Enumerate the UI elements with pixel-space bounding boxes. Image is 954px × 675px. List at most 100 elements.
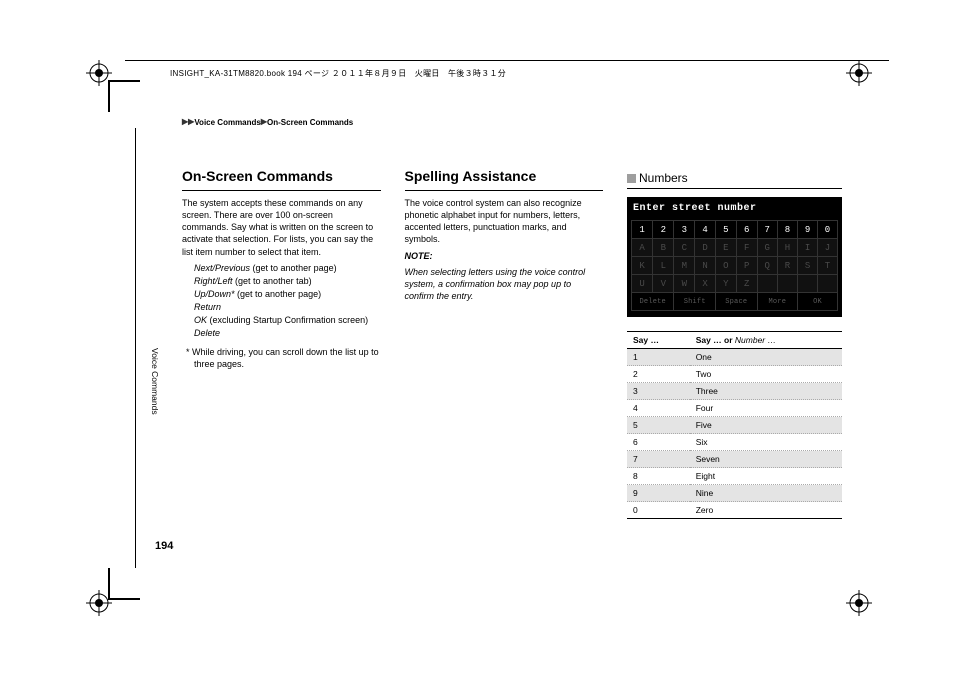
table-row: 8Eight [627,468,842,485]
column-numbers: Numbers Enter street number 1234567890 A… [627,150,842,519]
cell-digit: 4 [627,400,690,417]
heading-spelling: Spelling Assistance [405,168,604,191]
keypad-key: B [653,239,674,257]
keypad-key: 8 [777,221,797,239]
cell-word: Six [690,434,842,451]
section-label: Numbers [639,171,688,185]
cell-digit: 2 [627,366,690,383]
keypad-key [798,275,818,293]
keypad-key: M [674,257,695,275]
command-item: Delete [194,327,381,340]
note-body: When selecting letters using the voice c… [405,266,604,302]
cell-word: Four [690,400,842,417]
command-item: Up/Down* (get to another page) [194,288,381,301]
keypad-key [818,275,838,293]
keypad-key: L [653,257,674,275]
keypad-key: 1 [632,221,653,239]
keypad-key: F [736,239,757,257]
cell-digit: 6 [627,434,690,451]
crop-corner-icon [108,80,140,112]
command-item: Return [194,301,381,314]
table-row: 7Seven [627,451,842,468]
keypad-grid: 1234567890 ABCDEFGHIJ KLMNOPQRST UVWXYZ … [631,220,838,311]
keypad-key: T [818,257,838,275]
keypad-key: Q [757,257,777,275]
breadcrumb-part: On-Screen Commands [267,118,353,127]
breadcrumb: ▶▶Voice Commands▶On-Screen Commands [182,118,353,127]
col-header-say: Say … [627,332,690,349]
keypad-key: R [777,257,797,275]
keypad-label-key: Delete [632,293,674,311]
breadcrumb-part: Voice Commands [194,118,261,127]
keypad-key: 3 [674,221,695,239]
col-header-text: Say … or [696,335,735,345]
keypad-key: X [695,275,716,293]
keypad-key: S [798,257,818,275]
keypad-key: D [695,239,716,257]
cell-digit: 7 [627,451,690,468]
keypad-key: K [632,257,653,275]
keypad-key: 2 [653,221,674,239]
top-rule [125,60,889,61]
registration-mark-icon [846,60,872,86]
cell-digit: 9 [627,485,690,502]
footnote: * While driving, you can scroll down the… [182,346,381,370]
keypad-key [777,275,797,293]
section-numbers-title: Numbers [627,171,842,189]
table-row: 1One [627,349,842,366]
command-item: OK (excluding Startup Confirmation scree… [194,314,381,327]
keypad-key: Y [716,275,737,293]
book-info: INSIGHT_KA-31TM8820.book 194 ページ ２０１１年８月… [170,68,506,79]
numbers-table: Say … Say … or Number … 1One2Two3Three4F… [627,331,842,519]
crop-corner-icon [108,568,140,600]
cell-word: Three [690,383,842,400]
table-row: 4Four [627,400,842,417]
spelling-para: The voice control system can also recogn… [405,197,604,246]
keypad-screenshot: Enter street number 1234567890 ABCDEFGHI… [627,197,842,317]
column-onscreen-commands: On-Screen Commands The system accepts th… [182,150,381,519]
square-bullet-icon [627,174,636,183]
keypad-key: 9 [798,221,818,239]
keypad-key: J [818,239,838,257]
keypad-key: G [757,239,777,257]
cell-word: Eight [690,468,842,485]
table-row: 9Nine [627,485,842,502]
triangle-icon: ▶ [188,117,194,126]
keypad-key: C [674,239,695,257]
triangle-icon: ▶ [261,117,267,126]
keypad-key: Z [736,275,757,293]
keypad-label-key: More [757,293,798,311]
keypad-key: 6 [736,221,757,239]
column-spelling-assistance: Spelling Assistance The voice control sy… [405,150,604,519]
keypad-key: U [632,275,653,293]
cell-word: One [690,349,842,366]
cell-digit: 5 [627,417,690,434]
command-item: Next/Previous (get to another page) [194,262,381,275]
table-row: 0Zero [627,502,842,519]
keypad-key: O [716,257,737,275]
cell-digit: 1 [627,349,690,366]
keypad-key: W [674,275,695,293]
cell-digit: 8 [627,468,690,485]
cell-word: Zero [690,502,842,519]
keypad-key: 4 [695,221,716,239]
keypad-key: N [695,257,716,275]
keypad-title: Enter street number [631,201,838,220]
keypad-key: P [736,257,757,275]
keypad-key: 5 [716,221,737,239]
table-row: 6Six [627,434,842,451]
keypad-label-key: Shift [674,293,716,311]
table-row: 2Two [627,366,842,383]
cell-word: Nine [690,485,842,502]
margin-rule [135,128,136,568]
side-tab-label: Voice Commands [150,348,160,415]
cell-digit: 0 [627,502,690,519]
table-row: 5Five [627,417,842,434]
heading-onscreen: On-Screen Commands [182,168,381,191]
cell-word: Two [690,366,842,383]
keypad-label-key: Space [716,293,758,311]
keypad-key: I [798,239,818,257]
keypad-key: V [653,275,674,293]
keypad-label-key: OK [798,293,838,311]
col-header-italic: Number … [735,335,776,345]
